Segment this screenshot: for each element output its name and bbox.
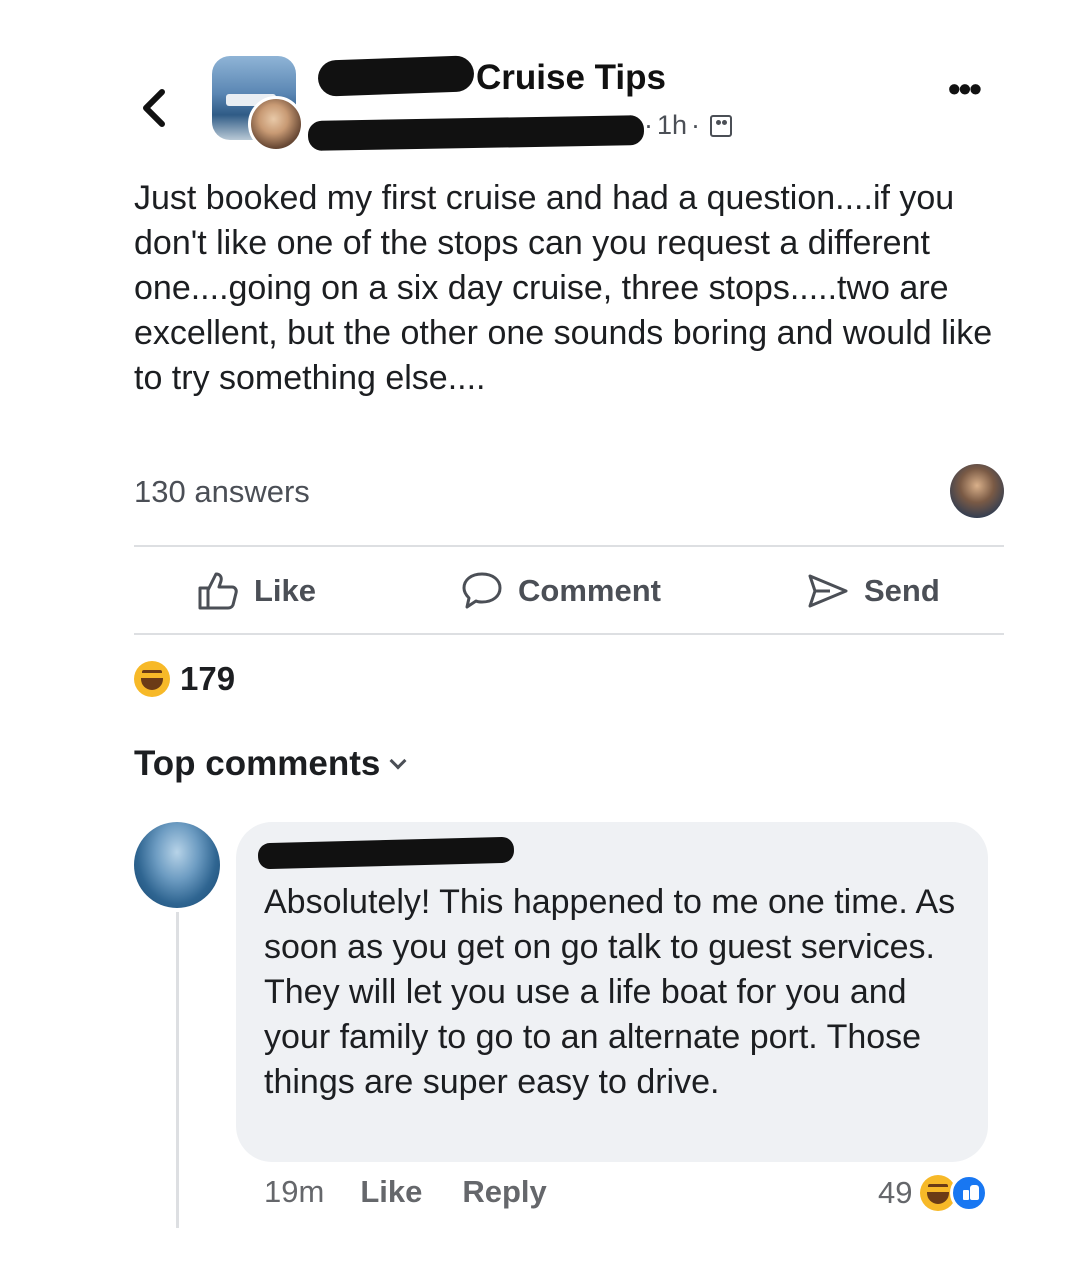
thumbs-up-icon [198, 572, 238, 610]
divider [134, 633, 1004, 635]
reaction-count: 179 [180, 660, 236, 697]
answerer-avatar[interactable] [950, 464, 1004, 518]
chevron-down-icon [389, 752, 407, 770]
divider [134, 545, 1004, 547]
group-icon [710, 114, 733, 137]
comment-reactions[interactable]: 49 [878, 1174, 992, 1212]
comment-reply-button[interactable]: Reply [462, 1174, 546, 1210]
thread-line [176, 912, 179, 1228]
group-name[interactable]: Cruise Tips [476, 58, 666, 98]
separator: · [644, 110, 653, 140]
send-button[interactable]: Send [806, 568, 940, 614]
separator: · [691, 110, 701, 140]
reaction-summary[interactable]: 179 [134, 660, 235, 698]
comment-text: Absolutely! This happened to me one time… [264, 883, 956, 1101]
author-avatar[interactable] [248, 96, 304, 152]
post-meta: · 1h · [644, 110, 733, 141]
commenter-avatar[interactable] [134, 822, 220, 908]
reaction-icons [920, 1174, 992, 1212]
send-arrow-icon [808, 574, 848, 608]
send-label: Send [864, 573, 940, 608]
haha-reaction-icon [134, 661, 170, 697]
answers-count[interactable]: 130 answers [134, 474, 310, 510]
comment-button[interactable]: Comment [460, 568, 661, 614]
like-button[interactable]: Like [196, 568, 316, 614]
top-comments-filter[interactable]: Top comments [134, 744, 407, 784]
chevron-left-icon [143, 89, 165, 127]
more-dots-icon: ••• [948, 68, 982, 109]
like-reaction-icon [950, 1174, 989, 1212]
comment-bubble-icon [462, 572, 502, 609]
redaction-bar [317, 55, 475, 97]
comment-meta: 19m Like Reply [264, 1174, 547, 1210]
post-time[interactable]: 1h [657, 110, 687, 141]
comment-label: Comment [518, 573, 661, 608]
comment-reaction-count: 49 [878, 1175, 913, 1210]
top-comments-label: Top comments [134, 744, 381, 783]
back-button[interactable] [140, 76, 180, 127]
post-text: Just booked my first cruise and had a qu… [134, 179, 993, 397]
comment-time[interactable]: 19m [264, 1174, 324, 1210]
author-name-redacted [307, 115, 645, 151]
like-label: Like [254, 573, 317, 608]
more-options-button[interactable]: ••• [948, 71, 982, 107]
comment-like-button[interactable]: Like [360, 1174, 422, 1210]
